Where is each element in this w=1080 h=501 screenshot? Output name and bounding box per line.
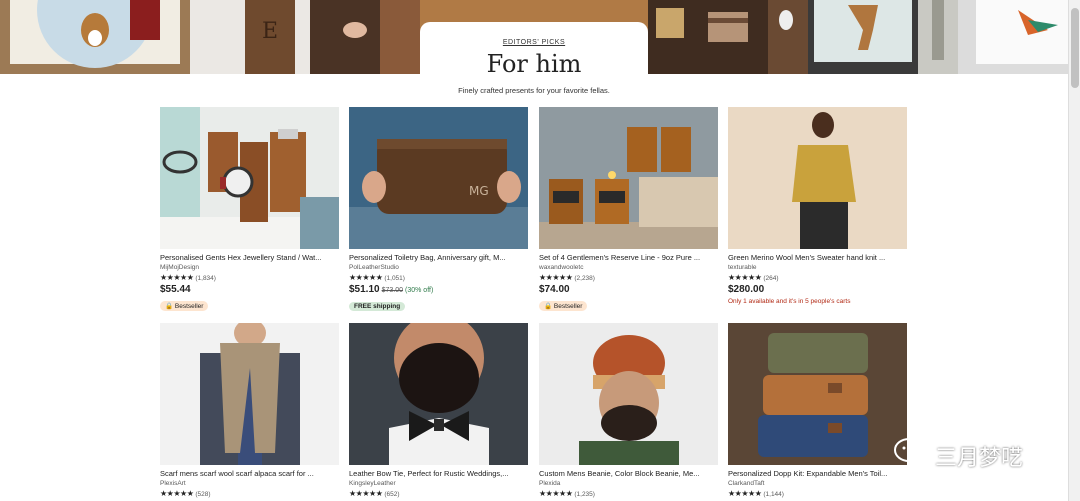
price: $55.44 [160,284,191,295]
product-image-beanie[interactable] [539,323,718,465]
shop-name[interactable]: PolLeatherStudio [349,264,528,271]
star-rating-icon: ★★★★★ [349,273,383,282]
product-card[interactable]: Leather Bow Tie, Perfect for Rustic Wedd… [349,323,528,498]
product-image-hex-stand[interactable] [160,107,339,249]
star-rating-icon: ★★★★★ [160,273,194,282]
product-image-dopp-kit[interactable] [728,323,907,465]
star-rating-icon: ★★★★★ [160,489,194,498]
bestseller-icon: 🔒 [544,303,554,310]
product-image-scarf[interactable] [160,323,339,465]
scarcity-notice: Only 1 available and it's in 5 people's … [728,298,851,305]
star-rating-icon: ★★★★★ [349,489,383,498]
product-card[interactable]: Green Merino Wool Men's Sweater hand kni… [728,107,907,305]
rating: ★★★★★ (1,834) [160,273,339,282]
shop-name[interactable]: texturable [728,264,907,271]
shop-name[interactable]: waxandwooletc [539,264,718,271]
banner-tins [648,0,768,74]
product-image-toiletry-bag[interactable]: MG [349,107,528,249]
bestseller-badge: 🔒 Bestseller [539,301,588,311]
review-count: (2,238) [574,275,595,282]
banner-deer-print [808,0,918,74]
product-title[interactable]: Set of 4 Gentlemen's Reserve Line - 9oz … [539,253,718,262]
free-shipping-badge: FREE shipping [349,302,406,311]
rating: ★★★★★ (1,051) [349,273,528,282]
shop-name[interactable]: KingsleyLeather [349,480,528,487]
rating: ★★★★★ (1,144) [728,489,907,498]
watermark: 三月梦呓 [893,436,1063,472]
rating: ★★★★★ (528) [160,489,339,498]
banner-bottle [918,0,958,74]
star-rating-icon: ★★★★★ [539,489,573,498]
product-title[interactable]: Scarf mens scarf wool scarf alpaca scarf… [160,469,339,478]
review-count: (1,834) [195,275,216,282]
review-count: (528) [195,491,211,498]
review-count: (264) [763,275,779,282]
banner-wallet [310,0,420,74]
product-card[interactable]: Scarf mens scarf wool scarf alpaca scarf… [160,323,339,498]
section-title-card: EDITORS' PICKS For him [420,22,648,78]
review-count: (1,144) [763,491,784,498]
product-card[interactable]: Set of 4 Gentlemen's Reserve Line - 9oz … [539,107,718,313]
shop-name[interactable]: PlexisArt [160,480,339,487]
star-rating-icon: ★★★★★ [728,489,762,498]
price-block: $51.10 $73.00 (30% off) [349,284,528,295]
product-title[interactable]: Custom Mens Beanie, Color Block Beanie, … [539,469,718,478]
product-title[interactable]: Green Merino Wool Men's Sweater hand kni… [728,253,907,262]
product-title[interactable]: Personalised Gents Hex Jewellery Stand /… [160,253,339,262]
product-image-candles[interactable] [539,107,718,249]
product-card[interactable]: Custom Mens Beanie, Color Block Beanie, … [539,323,718,498]
bestseller-badge: 🔒 Bestseller [160,301,209,311]
watermark-text: 三月梦呓 [935,446,1024,471]
scrollbar-thumb[interactable] [1071,8,1079,88]
banner-leather-letter: E [190,0,310,74]
editors-picks-link[interactable]: EDITORS' PICKS [420,39,648,46]
rating: ★★★★★ (652) [349,489,528,498]
product-title[interactable]: Leather Bow Tie, Perfect for Rustic Wedd… [349,469,528,478]
wechat-icon [894,438,931,468]
rating: ★★★★★ (2,238) [539,273,718,282]
banner-fly-art [958,0,1068,74]
rating: ★★★★★ (264) [728,273,907,282]
product-image-sweater[interactable] [728,107,907,249]
review-count: (1,235) [574,491,595,498]
price: $74.00 [539,284,570,295]
star-rating-icon: ★★★★★ [539,273,573,282]
product-card[interactable]: Personalized Dopp Kit: Expandable Men's … [728,323,907,498]
price: $280.00 [728,284,765,295]
vertical-scrollbar[interactable] [1068,0,1080,501]
original-price: $73.00 [381,287,404,294]
product-title[interactable]: Personalized Dopp Kit: Expandable Men's … [728,469,907,478]
price: $51.10 [349,284,380,295]
product-title[interactable]: Personalized Toiletry Bag, Anniversary g… [349,253,528,262]
banner-shelf [768,0,808,74]
product-card[interactable]: Personalised Gents Hex Jewellery Stand /… [160,107,339,313]
star-rating-icon: ★★★★★ [728,273,762,282]
bestseller-icon: 🔒 [165,303,175,310]
svg-text:E: E [262,19,278,44]
page-title: For him [486,50,582,78]
shop-name[interactable]: ClarkandTaft [728,480,907,487]
svg-text:MG: MG [469,184,489,198]
review-count: (652) [384,491,400,498]
rating: ★★★★★ (1,235) [539,489,718,498]
shop-name[interactable]: Plexida [539,480,718,487]
product-card[interactable]: MG Personalized Toiletry Bag, Anniversar… [349,107,528,313]
section-subtitle: Finely crafted presents for your favorit… [458,86,610,95]
review-count: (1,051) [384,275,405,282]
banner-dog-portrait [0,0,190,74]
product-image-bow-tie[interactable] [349,323,528,465]
shop-name[interactable]: MijMojDesign [160,264,339,271]
discount: (30% off) [405,287,434,294]
